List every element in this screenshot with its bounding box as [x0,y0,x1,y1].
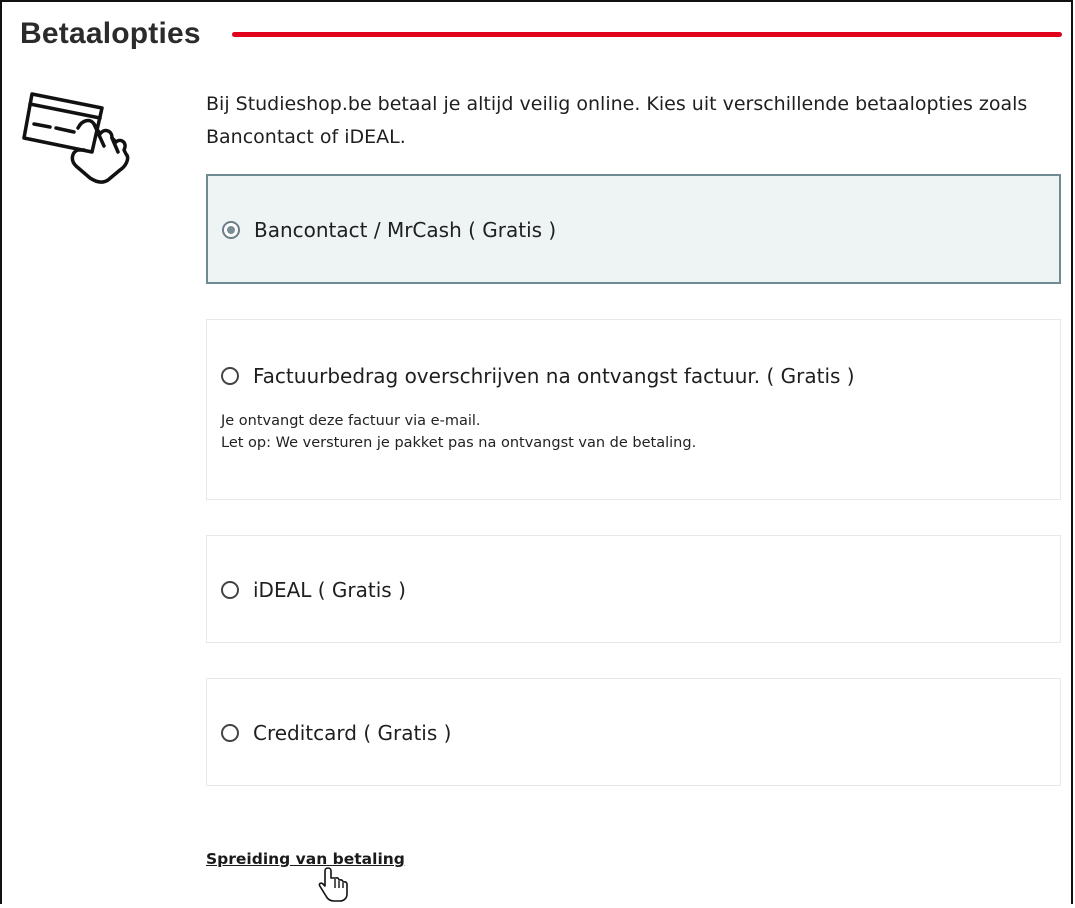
option-row: Creditcard ( Gratis ) [221,719,451,747]
radio-button[interactable] [221,581,239,599]
option-label: Creditcard ( Gratis ) [253,721,452,745]
description-line: Let op: We versturen je pakket pas na on… [221,435,697,451]
accent-line [232,32,1062,37]
option-description: Je ontvangt deze factuur via e-mail. Let… [221,410,696,454]
option-row: iDEAL ( Gratis ) [221,576,406,604]
payment-option-creditcard[interactable]: Creditcard ( Gratis ) [206,678,1061,786]
radio-button[interactable] [221,724,239,742]
option-label: iDEAL ( Gratis ) [253,578,406,602]
payment-option-invoice[interactable]: Factuurbedrag overschrijven na ontvangst… [206,319,1061,500]
payment-spreading-link[interactable]: Spreiding van betaling [206,850,405,868]
option-label: Bancontact / MrCash ( Gratis ) [254,218,557,242]
section-title: Betaalopties [20,17,201,50]
payment-option-ideal[interactable]: iDEAL ( Gratis ) [206,535,1061,643]
option-row: Factuurbedrag overschrijven na ontvangst… [221,362,855,390]
intro-text: Bij Studieshop.be betaal je altijd veili… [206,93,1028,148]
description-line: Je ontvangt deze factuur via e-mail. [221,413,481,429]
payment-option-bancontact[interactable]: Bancontact / MrCash ( Gratis ) [206,174,1061,284]
option-label: Factuurbedrag overschrijven na ontvangst… [253,364,855,388]
option-row: Bancontact / MrCash ( Gratis ) [222,216,556,244]
radio-button-checked[interactable] [222,221,240,239]
section-header: Betaalopties [20,14,1065,54]
credit-card-hand-icon [20,88,132,184]
radio-button[interactable] [221,367,239,385]
hand-pointer-icon [318,866,352,904]
